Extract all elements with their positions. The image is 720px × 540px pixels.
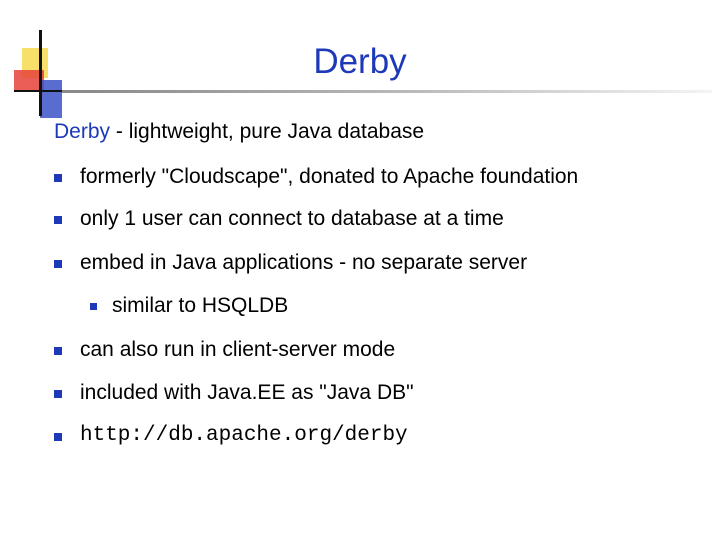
bullet-text: included with Java.EE as "Java DB" <box>80 381 414 404</box>
bullet-text: can also run in client-server mode <box>80 338 396 361</box>
intro-rest: - lightweight, pure Java database <box>110 120 425 143</box>
title-underline-rule <box>62 90 712 93</box>
bullet-square-icon <box>54 347 62 355</box>
bullet-square-icon <box>90 303 97 310</box>
slide-title: Derby <box>313 42 407 81</box>
bullet-square-icon <box>54 174 62 182</box>
url-link[interactable]: http://db.apache.org/derby <box>80 423 408 449</box>
bullet-square-icon <box>54 216 62 224</box>
intro-line: Derby - lightweight, pure Java database <box>54 120 424 144</box>
intro-term: Derby <box>54 120 111 143</box>
bullet-text: similar to HSQLDB <box>112 294 289 317</box>
bullet-square-icon <box>54 390 62 398</box>
bullet-text: embed in Java applications - no separate… <box>80 251 528 274</box>
bullet-square-icon <box>54 433 62 441</box>
bullet-text: only 1 user can connect to database at a… <box>80 207 504 230</box>
bullet-text: formerly "Cloudscape", donated to Apache… <box>80 165 579 188</box>
decor-blue-square <box>40 80 62 118</box>
bullet-square-icon <box>54 260 62 268</box>
